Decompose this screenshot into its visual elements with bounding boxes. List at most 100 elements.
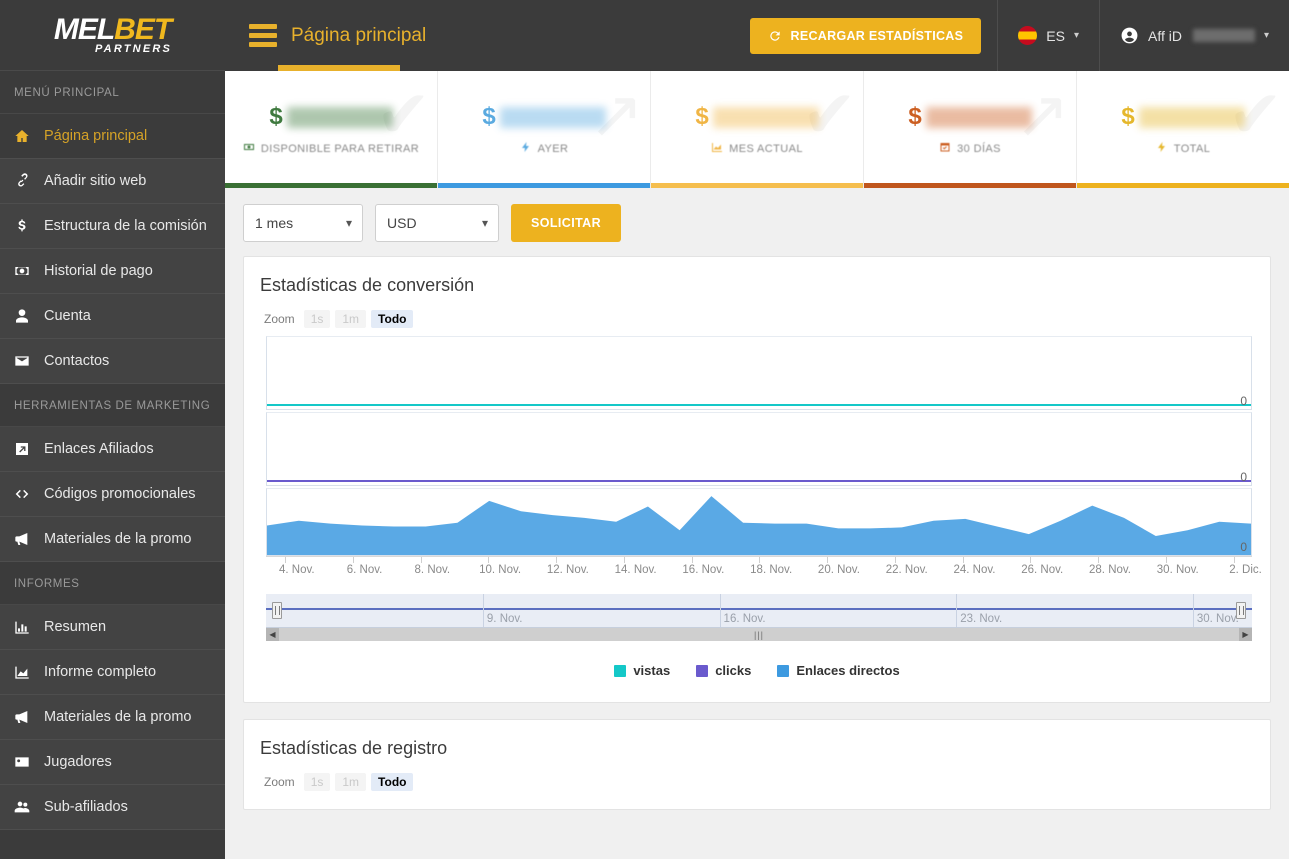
sidebar-item-informe-completo[interactable]: Informe completo <box>0 650 225 695</box>
stat-cards-row: ✔ $ DISPONIBLE PARA RETIRAR ↗ $ AYER ✔ $ MES ACT… <box>225 71 1289 188</box>
card-label: 30 DÍAS <box>939 141 1001 156</box>
x-axis-tick <box>1030 557 1032 563</box>
x-axis-tick-label: 2. Dic. <box>1229 564 1262 576</box>
sidebar-nav: MENÚ PRINCIPAL Página principal Añadir sit… <box>0 71 225 830</box>
stat-card[interactable]: ✔ $ MES ACTUAL <box>651 71 864 188</box>
zoom-button-todo[interactable]: Todo <box>371 310 414 328</box>
zoom-button-1s[interactable]: 1s <box>303 773 331 791</box>
solicitar-button[interactable]: SOLICITAR <box>511 204 622 242</box>
money-bill-icon <box>243 141 255 156</box>
legend-item[interactable]: clicks <box>696 663 751 678</box>
content-scroll-area[interactable]: ✔ $ DISPONIBLE PARA RETIRAR ↗ $ AYER ✔ $ MES ACT… <box>225 71 1289 859</box>
scrollbar-left-arrow[interactable]: ◀ <box>266 628 279 641</box>
card-label-text: DISPONIBLE PARA RETIRAR <box>260 142 420 155</box>
topbar: Página principal RECARGAR ESTADÍSTICAS E… <box>225 0 1289 71</box>
sidebar-item-resumen[interactable]: Resumen <box>0 605 225 650</box>
subplot-vistas[interactable]: 0 <box>266 336 1252 410</box>
sidebar-item-historial-de-pago[interactable]: Historial de pago <box>0 249 225 294</box>
reload-stats-button[interactable]: RECARGAR ESTADÍSTICAS <box>749 17 982 54</box>
zoom-button-1s[interactable]: 1s <box>303 310 331 328</box>
x-axis-tick-label: 10. Nov. <box>479 564 522 576</box>
chart-scrollbar[interactable]: ◀ ||| ▶ <box>266 628 1252 641</box>
legend-item[interactable]: vistas <box>614 663 670 678</box>
sidebar-item-label: Códigos promocionales <box>44 485 196 502</box>
zoom-button-todo[interactable]: Todo <box>371 773 414 791</box>
sidebar-item-contactos[interactable]: Contactos <box>0 339 225 384</box>
sidebar-item-materiales-de-la-promo[interactable]: Materiales de la promo <box>0 517 225 562</box>
x-axis-tick <box>1165 557 1167 563</box>
hamburger-menu-icon[interactable] <box>249 24 277 47</box>
user-circle-icon <box>1121 27 1138 44</box>
zoom-button-1m[interactable]: 1m <box>335 773 367 791</box>
period-select[interactable]: 1 mes <box>243 204 363 242</box>
currency-select[interactable]: USD <box>375 204 499 242</box>
sidebar-item-estructura-de-la-comisión[interactable]: Estructura de la comisión <box>0 204 225 249</box>
sidebar-item-label: Contactos <box>44 352 110 369</box>
card-label-text: TOTAL <box>1173 142 1211 155</box>
card-amount-redacted <box>499 106 606 128</box>
external-link-icon <box>14 441 44 457</box>
sidebar-item-label: Añadir sitio web <box>44 172 147 189</box>
scrollbar-track[interactable]: ||| <box>279 628 1239 641</box>
card-label-text: MES ACTUAL <box>729 142 803 155</box>
legend-label: vistas <box>633 663 671 678</box>
sidebar-item-sub-afiliados[interactable]: Sub-afiliados <box>0 785 225 830</box>
envelope-icon <box>14 353 44 369</box>
conversion-chart[interactable]: 0 0 0 4. Nov. 6. Nov. 8. Nov. 10. Nov. 12. N… <box>266 336 1262 582</box>
sidebar-item-códigos-promocionales[interactable]: Códigos promocionales <box>0 472 225 517</box>
navigator-tick-label: 30. Nov. <box>1196 613 1239 625</box>
stat-card[interactable]: ↗ $30 DÍAS <box>864 71 1077 188</box>
sidebar-item-jugadores[interactable]: Jugadores <box>0 740 225 785</box>
x-axis-tick-label: 20. Nov. <box>817 564 860 576</box>
sidebar-item-enlaces-afiliados[interactable]: Enlaces Afiliados <box>0 427 225 472</box>
card-accent-bar <box>225 183 437 188</box>
x-axis-tick-label: 22. Nov. <box>885 564 928 576</box>
bolt-icon <box>1156 141 1168 156</box>
legend-swatch <box>696 664 709 677</box>
zoom-controls: Zoom 1s 1m Todo <box>244 296 1270 328</box>
scrollbar-right-arrow[interactable]: ▶ <box>1239 628 1252 641</box>
sidebar-item-página-principal[interactable]: Página principal <box>0 114 225 159</box>
currency-select-wrap: USD <box>375 204 499 242</box>
chart-navigator[interactable]: 9. Nov. 16. Nov. 23. Nov. 30. Nov. <box>266 594 1252 628</box>
dollar-icon <box>14 218 44 234</box>
card-label: MES ACTUAL <box>711 141 803 156</box>
chart-icon <box>711 141 723 156</box>
bar-chart-icon <box>14 619 44 635</box>
sidebar-item-materiales-de-la-promo[interactable]: Materiales de la promo <box>0 695 225 740</box>
zoom-controls: Zoom 1s 1m Todo <box>244 759 1270 809</box>
enlaces-directos-area-series <box>267 496 1251 555</box>
subplot-clicks[interactable]: 0 <box>266 412 1252 486</box>
stat-card[interactable]: ✔ $ TOTAL <box>1077 71 1289 188</box>
card-amount-redacted <box>712 106 819 128</box>
legend-label: Enlaces directos <box>796 663 900 678</box>
vistas-y-zero-label: 0 <box>1240 394 1247 408</box>
x-axis-tick-label: 16. Nov. <box>682 564 725 576</box>
legend-item[interactable]: Enlaces directos <box>777 663 900 678</box>
stat-card[interactable]: ✔ $ DISPONIBLE PARA RETIRAR <box>225 71 438 188</box>
x-axis-tick-label: 4. Nov. <box>279 564 315 576</box>
zoom-label: Zoom <box>264 775 295 789</box>
brand-logo[interactable]: MELBET PARTNERS <box>0 0 225 71</box>
spain-flag-icon <box>1018 26 1038 45</box>
legend-label: clicks <box>715 663 752 678</box>
reload-stats-label: RECARGAR ESTADÍSTICAS <box>790 28 964 43</box>
navigator-handle-left[interactable] <box>272 602 282 619</box>
sidebar-item-cuenta[interactable]: Cuenta <box>0 294 225 339</box>
card-value: $ <box>482 103 606 131</box>
sidebar-item-label: Jugadores <box>44 753 112 770</box>
language-selector[interactable]: ES ▾ <box>997 0 1099 71</box>
sidebar-item-añadir-sitio-web[interactable]: Añadir sitio web <box>0 159 225 204</box>
code-icon <box>14 486 44 502</box>
card-amount-redacted <box>1138 106 1245 128</box>
stat-card[interactable]: ↗ $ AYER <box>438 71 651 188</box>
sidebar: MELBET PARTNERS MENÚ PRINCIPAL Página pri… <box>0 0 225 859</box>
subplot-enlaces-directos[interactable]: 0 <box>266 488 1252 556</box>
zoom-button-1m[interactable]: 1m <box>335 310 367 328</box>
calendar-check-icon <box>939 141 951 156</box>
chart-navigator-area[interactable]: 9. Nov. 16. Nov. 23. Nov. 30. Nov. ◀ ||| ▶ <box>266 594 1252 641</box>
sidebar-item-label: Enlaces Afiliados <box>44 440 154 457</box>
account-menu[interactable]: Aff iD ▾ <box>1098 0 1289 71</box>
x-axis-tick <box>894 557 896 563</box>
